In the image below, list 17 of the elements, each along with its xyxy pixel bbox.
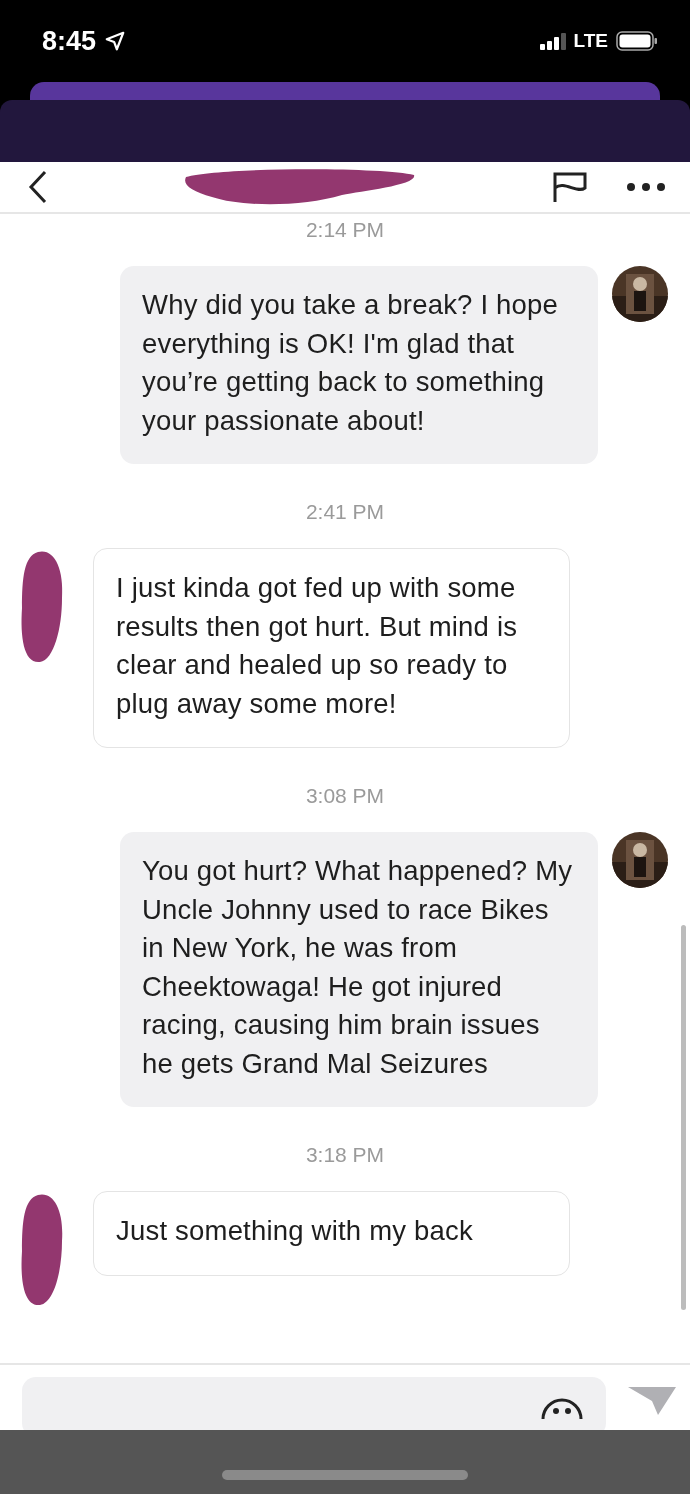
message-bubble: You got hurt? What happened? My Uncle Johnny used to race Bikes in New York, he was from Cheektowaga! He got injured racing, causing him brain issues he gets Grand Mal Seizures [120,832,598,1107]
message-bubble: Why did you take a break? I hope everything is OK! I'm glad that you’re getting back to something your passionate about! [120,266,598,464]
message-time: 2:14 PM [305,218,385,242]
message-bubble: I just kinda got fed up with some results then got hurt. But mind is clear and healed up so ready to plug away some more! [93,548,570,748]
message-time: 3:18 PM [305,1143,385,1167]
flag-icon[interactable] [552,172,588,202]
clock-time: 8:45 [42,25,97,57]
message-field[interactable] [22,1377,606,1430]
message-time: 3:08 PM [305,784,385,808]
network-label: LTE [573,30,608,52]
message-time: 2:41 PM [305,500,385,524]
battery-icon [616,31,658,51]
location-arrow-icon [104,30,127,52]
signal-icon [539,32,566,50]
message-bubble: Just something with my back [93,1191,570,1276]
more-icon[interactable] [626,182,666,192]
back-icon[interactable] [28,170,48,204]
